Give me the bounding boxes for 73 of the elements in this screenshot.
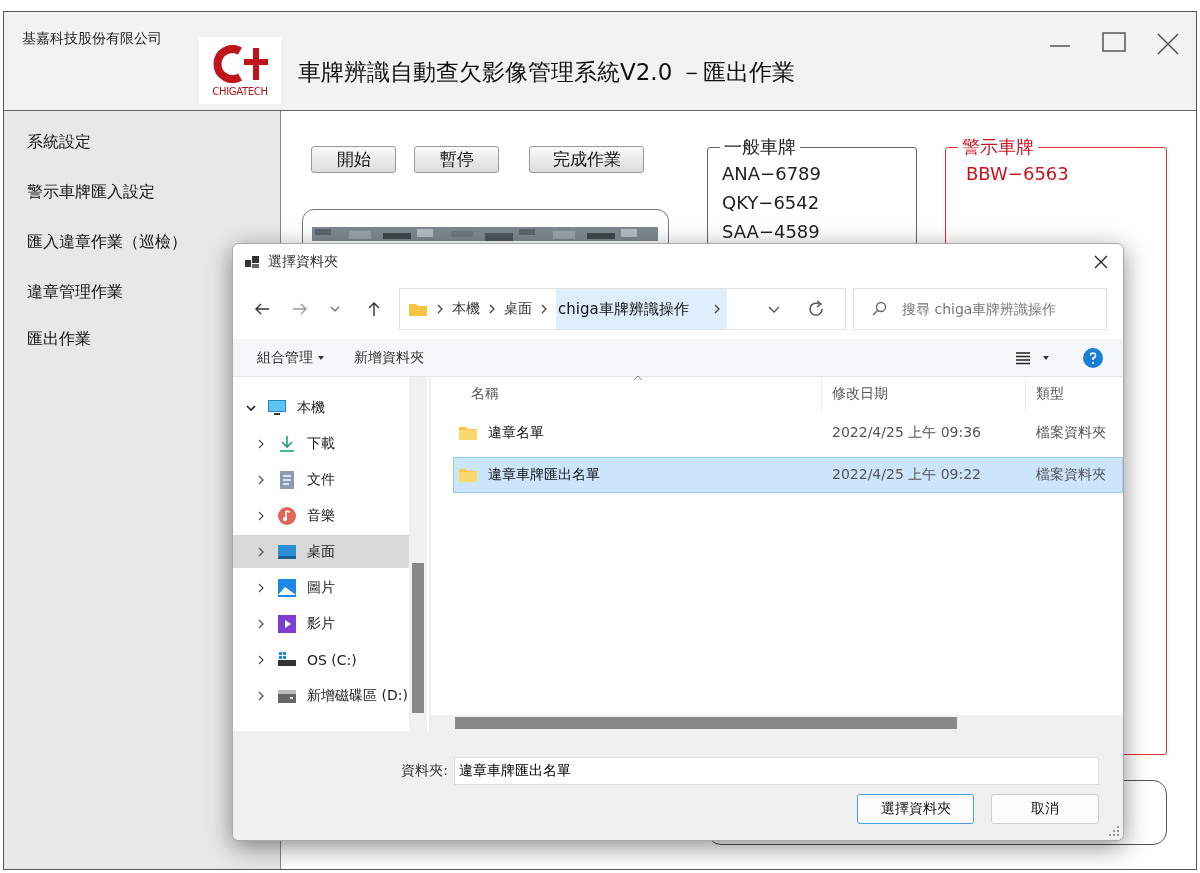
- modified-date: 2022/4/25 上午 09:36: [832, 424, 982, 442]
- file-type: 檔案資料夾: [1036, 424, 1106, 442]
- field-label: 資料夾:: [401, 762, 448, 780]
- video-icon: [277, 613, 297, 634]
- computer-icon: [267, 397, 287, 418]
- address-bar[interactable]: 本機 桌面 chiga車牌辨識操作: [399, 288, 846, 330]
- breadcrumb-item[interactable]: 本機: [452, 300, 480, 318]
- logo-text: CHIGATECH: [212, 85, 268, 97]
- sort-ascending-icon: [633, 375, 643, 381]
- refresh-icon[interactable]: [807, 300, 825, 318]
- command-button[interactable]: 組合管理: [257, 348, 324, 367]
- cancel-button[interactable]: 取消: [991, 794, 1099, 824]
- action-button[interactable]: 暫停: [414, 146, 499, 173]
- sidebar-item[interactable]: 警示車牌匯入設定: [4, 181, 280, 231]
- tree-item[interactable]: 桌面: [233, 535, 409, 568]
- breadcrumb-item[interactable]: 桌面: [504, 300, 532, 318]
- tree-item[interactable]: 下載: [233, 427, 409, 460]
- panel-legend: 警示車牌: [958, 135, 1038, 159]
- folder-icon: [458, 467, 478, 483]
- window-title: 車牌辨識自動查欠影像管理系統V2.0 －匯出作業: [298, 58, 795, 87]
- resize-grip-icon: [1109, 826, 1119, 836]
- document-icon: [277, 469, 297, 490]
- close-icon[interactable]: [1093, 254, 1109, 270]
- action-button[interactable]: 完成作業: [529, 146, 644, 173]
- chevron-right-icon: [488, 303, 496, 315]
- select-folder-button[interactable]: 選擇資料夾: [857, 794, 974, 824]
- file-row[interactable]: 違章車牌匯出名單 2022/4/25 上午 09:22 檔案資料夾: [453, 457, 1123, 493]
- file-type: 檔案資料夾: [1036, 466, 1106, 484]
- panel-legend: 一般車牌: [720, 135, 800, 159]
- tree-item[interactable]: 文件: [233, 463, 409, 496]
- tree-item[interactable]: 新增磁碟區 (D:): [233, 679, 409, 712]
- folder-icon: [408, 301, 428, 317]
- chevron-right-icon: [436, 303, 444, 315]
- app-icon: [244, 254, 260, 270]
- plate-number: ANA−6789: [722, 162, 822, 186]
- file-row[interactable]: 違章名單 2022/4/25 上午 09:36 檔案資料夾: [453, 415, 1123, 451]
- tree-item[interactable]: 本機: [233, 391, 409, 424]
- tree-item[interactable]: 圖片: [233, 571, 409, 604]
- search-field[interactable]: 搜尋 chiga車牌辨識操作: [853, 288, 1107, 330]
- view-button[interactable]: [1015, 350, 1049, 365]
- scrollbar-thumb[interactable]: [455, 717, 957, 729]
- music-icon: [277, 505, 297, 526]
- plate-number: BBW−6563: [966, 162, 1070, 186]
- folder-name-field[interactable]: 違章車牌匯出名單: [454, 757, 1099, 785]
- dialog-title: 選擇資料夾: [268, 253, 338, 271]
- modified-date: 2022/4/25 上午 09:22: [832, 466, 982, 484]
- chevron-right-icon: [540, 303, 548, 315]
- tree-item[interactable]: 音樂: [233, 499, 409, 532]
- column-header[interactable]: 修改日期: [821, 377, 1025, 411]
- plate-number: QKY−6542: [722, 191, 821, 215]
- sidebar-item[interactable]: 系統設定: [4, 131, 280, 181]
- search-icon: [871, 301, 887, 317]
- list-view-icon: [1015, 350, 1031, 365]
- help-button[interactable]: [1083, 347, 1103, 368]
- tree-item[interactable]: OS (C:): [233, 643, 409, 676]
- file-name: 違章車牌匯出名單: [488, 466, 600, 484]
- folder-icon: [458, 425, 478, 441]
- close-icon[interactable]: [1156, 32, 1180, 56]
- company-name: 基嘉科技股份有限公司: [22, 30, 163, 48]
- column-header[interactable]: 類型: [1025, 377, 1123, 411]
- column-header[interactable]: 名稱: [431, 385, 821, 403]
- tree-item[interactable]: 影片: [233, 607, 409, 640]
- chevron-right-icon: [712, 303, 721, 315]
- command-button[interactable]: 新增資料夾: [354, 348, 424, 367]
- caret-icon: [318, 355, 324, 360]
- download-icon: [277, 433, 297, 454]
- help-icon: [1083, 347, 1103, 368]
- scrollbar-thumb[interactable]: [412, 563, 424, 713]
- picture-icon: [277, 577, 297, 598]
- caret-icon: [1043, 355, 1049, 360]
- action-button[interactable]: 開始: [311, 146, 396, 173]
- file-name: 違章名單: [488, 424, 544, 442]
- plate-number: SAA−4589: [722, 220, 821, 244]
